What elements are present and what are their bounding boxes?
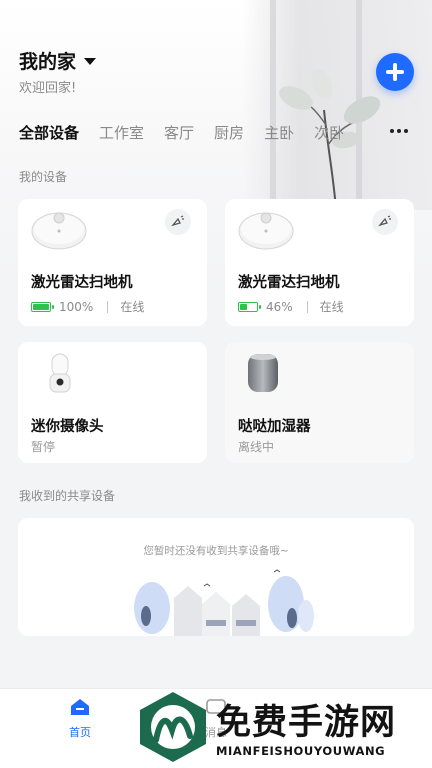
share-icon xyxy=(171,215,184,227)
battery-icon xyxy=(238,301,261,312)
device-card-vacuum-1[interactable]: 激光雷达扫地机 100% 在线 xyxy=(18,199,207,326)
device-card-humidifier[interactable]: 哒哒加湿器 离线中 xyxy=(225,342,414,463)
battery-level: 100% xyxy=(59,299,94,314)
tab-all-devices[interactable]: 全部设备 xyxy=(19,122,79,143)
device-status: 暂停 xyxy=(31,440,56,454)
empty-state-illustration xyxy=(134,569,314,636)
divider xyxy=(107,300,109,313)
device-status-row: 100% 在线 xyxy=(31,298,144,315)
watermark: 免费手游网 MIANFEISHOUYOUWANG xyxy=(130,688,432,768)
home-icon xyxy=(71,699,89,715)
tab-kitchen[interactable]: 厨房 xyxy=(214,122,244,143)
share-button[interactable] xyxy=(165,209,191,235)
caret-down-icon xyxy=(84,58,97,65)
tab-master-bedroom[interactable]: 主卧 xyxy=(264,122,294,143)
add-device-button[interactable] xyxy=(376,53,414,91)
nav-home-label: 首页 xyxy=(69,726,91,739)
watermark-logo xyxy=(140,692,206,762)
watermark-title: 免费手游网 xyxy=(216,703,397,743)
home-selector[interactable]: 我的家 xyxy=(19,47,97,74)
home-title: 我的家 xyxy=(19,51,77,73)
device-name: 迷你摄像头 xyxy=(31,419,104,435)
section-my-devices: 我的设备 xyxy=(19,170,68,184)
watermark-subtitle: MIANFEISHOUYOUWANG xyxy=(216,744,386,758)
robot-vacuum-icon xyxy=(238,212,294,250)
tab-studio[interactable]: 工作室 xyxy=(99,122,144,143)
more-icon[interactable] xyxy=(390,129,408,133)
tab-living-room[interactable]: 客厅 xyxy=(164,122,194,143)
device-status-row: 46% 在线 xyxy=(238,298,344,315)
device-name: 哒哒加湿器 xyxy=(238,419,311,435)
shared-devices-empty-card: 您暂时还没有收到共享设备哦~ xyxy=(18,518,414,636)
tab-second-bedroom[interactable]: 次卧 xyxy=(314,122,344,143)
device-status: 离线中 xyxy=(238,440,275,454)
humidifier-icon xyxy=(248,354,278,392)
robot-vacuum-icon xyxy=(31,212,87,250)
divider xyxy=(306,300,308,313)
welcome-text: 欢迎回家! xyxy=(19,81,77,96)
device-card-camera[interactable]: 迷你摄像头 暂停 xyxy=(18,342,207,463)
mini-camera-icon xyxy=(49,353,71,393)
section-shared-devices: 我收到的共享设备 xyxy=(19,489,116,503)
device-name: 激光雷达扫地机 xyxy=(31,275,133,291)
room-tabs: 全部设备 工作室 客厅 厨房 主卧 次卧 xyxy=(19,122,364,143)
device-status: 在线 xyxy=(120,300,145,314)
device-card-vacuum-2[interactable]: 激光雷达扫地机 46% 在线 xyxy=(225,199,414,326)
share-button[interactable] xyxy=(372,209,398,235)
empty-message: 您暂时还没有收到共享设备哦~ xyxy=(143,545,289,557)
device-name: 激光雷达扫地机 xyxy=(238,275,340,291)
device-status: 在线 xyxy=(319,300,344,314)
battery-level: 46% xyxy=(266,299,293,314)
battery-icon xyxy=(31,301,54,312)
nav-home[interactable]: 首页 xyxy=(50,697,110,740)
share-icon xyxy=(378,215,391,227)
